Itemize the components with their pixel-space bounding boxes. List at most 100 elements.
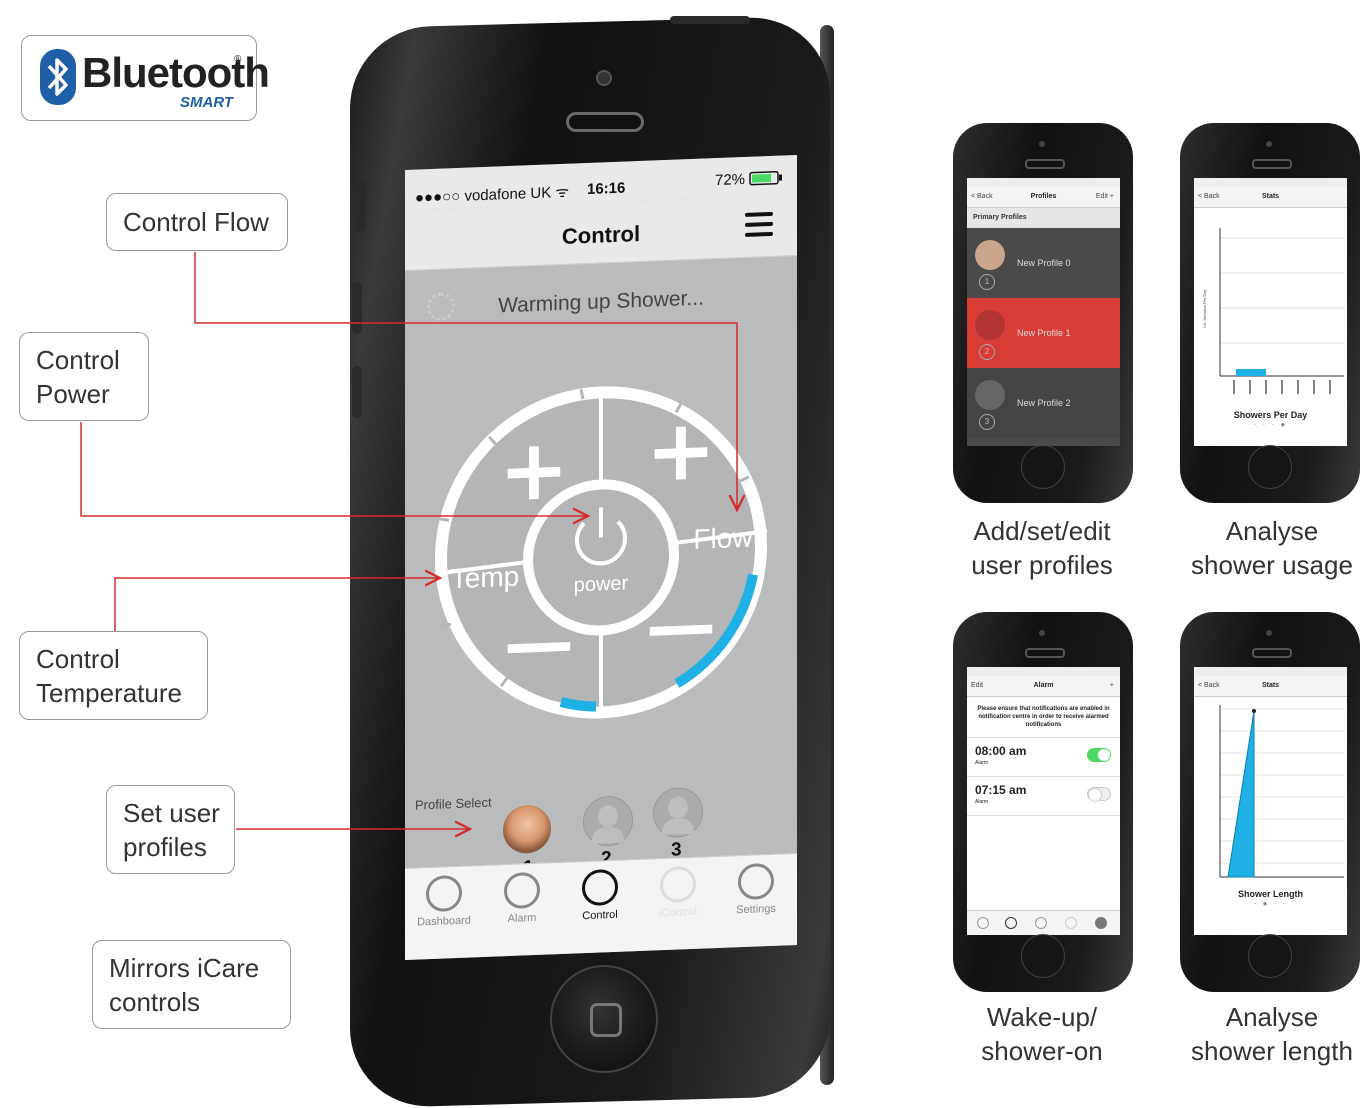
alarm-clock-icon (504, 871, 540, 910)
profile-row-0[interactable]: 1 New Profile 0 (967, 228, 1120, 298)
tab-settings[interactable]: Settings (717, 862, 795, 917)
mini-speaker (1252, 648, 1292, 658)
tab-settings-label: Settings (736, 902, 776, 917)
stats-title: Stats (1261, 682, 1280, 689)
shower-control-dial: + + — — Temp Flow power (434, 386, 768, 719)
mini-speaker (1025, 159, 1065, 169)
alarm-time: 07:15 am (975, 783, 1027, 797)
length-chart-title: Shower Length (1238, 889, 1303, 899)
bluetooth-icon (40, 49, 76, 105)
tab-dashboard-label: Dashboard (417, 914, 471, 929)
mini-tab-bar (967, 910, 1120, 935)
usage-y-label: No. Showers Per Day (1202, 290, 1207, 328)
mute-switch (356, 180, 366, 232)
callout-control-flow: Control Flow (106, 193, 288, 251)
callout-control-temperature-text: Control Temperature (36, 643, 182, 708)
profile-row-1[interactable]: 2 New Profile 1 (967, 298, 1120, 368)
flow-label: Flow (693, 522, 753, 555)
tab-control-label: Control (582, 908, 618, 923)
usage-bar (1236, 369, 1266, 376)
volume-up-button (352, 282, 362, 334)
back-button[interactable]: < Back (1198, 187, 1220, 207)
tab-control[interactable]: Control (561, 868, 639, 923)
showers-per-day-chart: No. Showers Per Day (1202, 228, 1344, 394)
usage-chart-title: Showers Per Day (1233, 410, 1308, 420)
mini-home-button (1021, 934, 1065, 978)
length-screen: < Back Stats Shower Length · ● · · (1194, 667, 1347, 935)
primary-profiles-header: Primary Profiles (967, 208, 1120, 228)
usage-screen: < Back Stats No. Showers Per Day Showers… (1194, 178, 1347, 446)
smart-label: SMART (180, 94, 234, 111)
mini-speaker (1252, 159, 1292, 169)
alarm-row-1[interactable]: 07:15 am Alarm (967, 777, 1120, 816)
length-area (1227, 710, 1255, 878)
callout-control-flow-text: Control Flow (123, 207, 269, 237)
mini-home-button (1248, 445, 1292, 489)
dashboard-icon (977, 917, 989, 929)
stats-title: Stats (1261, 193, 1280, 200)
alarm-nav: Edit Alarm + (967, 676, 1120, 697)
profile-2-avatar[interactable] (583, 795, 633, 848)
battery-icon (749, 170, 783, 186)
alarm-phone: Edit Alarm + Please ensure that notifica… (953, 612, 1133, 992)
back-button[interactable]: < Back (971, 187, 993, 207)
microphone-icon (660, 865, 696, 904)
bluetooth-smart-logo: Bluetooth ® SMART (21, 35, 270, 121)
settings-gear-icon (738, 862, 774, 901)
callout-mirrors-icare: Mirrors iCare controls (92, 940, 291, 1029)
profile-name: New Profile 2 (1017, 398, 1071, 408)
profile-avatar-icon (975, 310, 1005, 340)
control-icon (1035, 917, 1047, 929)
alarm-row-0[interactable]: 08:00 am Alarm (967, 738, 1120, 777)
mini-home-button (1021, 445, 1065, 489)
add-alarm-button[interactable]: + (1110, 676, 1114, 696)
power-label: power (574, 572, 629, 596)
callout-control-temperature: Control Temperature (19, 631, 208, 720)
alarm-label: Alarm (975, 799, 989, 805)
alarm-toggle-off[interactable] (1087, 787, 1111, 802)
earpiece-speaker (566, 112, 644, 132)
mini-speaker (1025, 648, 1065, 658)
notification-notice: Please ensure that notifications are ena… (967, 697, 1120, 738)
profile-avatar-icon (975, 380, 1005, 410)
volume-down-button (352, 366, 362, 418)
front-camera (596, 70, 612, 86)
registered-mark: ® (234, 54, 242, 65)
profiles-nav: < Back Profiles Edit + (967, 187, 1120, 208)
profile-photo (975, 240, 1005, 270)
dashboard-grid-icon (426, 874, 462, 913)
usage-nav: < Back Stats (1194, 187, 1347, 208)
mini-status-bar (1194, 667, 1347, 676)
flow-plus-icon: + (646, 400, 716, 501)
mini-status-bar (1194, 178, 1347, 187)
edit-add-buttons[interactable]: Edit + (1096, 187, 1114, 207)
mini-home-button (1248, 934, 1292, 978)
callout-set-user-profiles: Set user profiles (106, 785, 235, 874)
profile-1-avatar[interactable] (503, 804, 551, 855)
tab-bar: Dashboard Alarm Control iControl Setting… (405, 852, 797, 961)
settings-icon (1095, 917, 1107, 929)
profiles-title: Profiles (1030, 193, 1057, 200)
tab-alarm[interactable]: Alarm (483, 871, 561, 926)
caption-alarm: Wake-up/ shower-on (981, 1002, 1103, 1066)
profile-row-2[interactable]: 3 New Profile 2 (967, 368, 1120, 438)
home-button[interactable] (550, 965, 658, 1073)
page-dots: · ● · · (1253, 899, 1288, 908)
callout-control-power-text: Control Power (36, 344, 120, 409)
edit-button[interactable]: Edit (971, 676, 983, 696)
clock: 16:16 (587, 179, 626, 199)
battery-percent: 72% (715, 170, 746, 190)
hamburger-menu-icon[interactable] (745, 211, 773, 243)
page-dots: · · · ● (1253, 420, 1288, 429)
alarm-time: 08:00 am (975, 744, 1027, 758)
alarm-clock-icon (1005, 917, 1017, 929)
tab-icontrol[interactable]: iControl (639, 865, 717, 920)
page-title: Control (561, 220, 641, 249)
profile-3-avatar[interactable] (653, 786, 703, 839)
tab-dashboard[interactable]: Dashboard (405, 874, 483, 929)
alarm-toggle-on[interactable] (1087, 748, 1111, 762)
back-button[interactable]: < Back (1198, 676, 1220, 696)
profile-name: New Profile 1 (1017, 328, 1071, 338)
mini-status-bar (967, 178, 1120, 187)
battery-indicator: 72% (715, 169, 783, 189)
